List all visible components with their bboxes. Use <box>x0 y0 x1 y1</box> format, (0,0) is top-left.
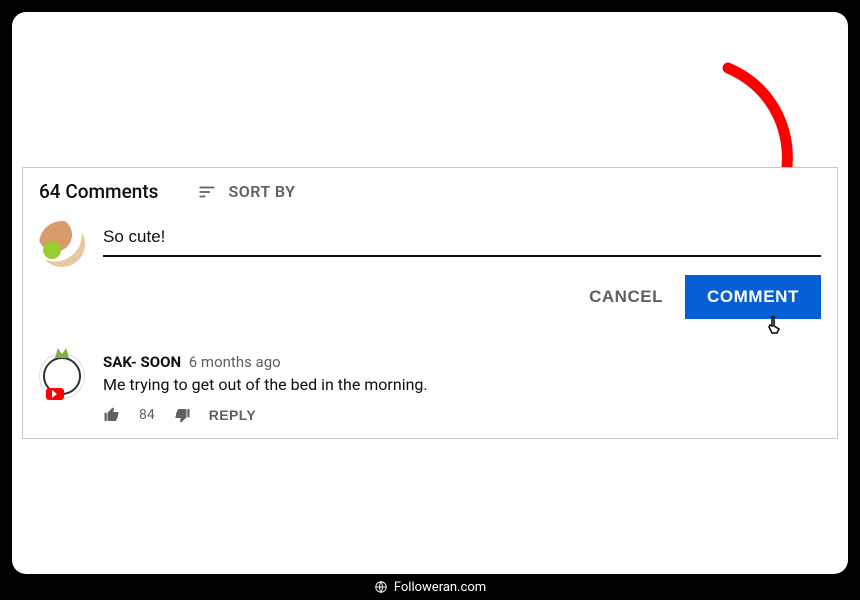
reply-button[interactable]: REPLY <box>209 407 256 423</box>
cancel-button[interactable]: CANCEL <box>589 287 663 307</box>
compose-row: CANCEL COMMENT <box>39 221 821 319</box>
comment-input[interactable] <box>103 221 821 257</box>
comments-count: 64 Comments <box>39 180 158 203</box>
footer-watermark: Followeran.com <box>0 574 860 600</box>
app-frame: 64 Comments SORT BY CANCEL COMMENT <box>12 12 848 574</box>
compose-body: CANCEL COMMENT <box>103 221 821 319</box>
comment-header: SAK- SOON 6 months ago <box>103 353 821 371</box>
comment-text: Me trying to get out of the bed in the m… <box>103 375 821 394</box>
comment-button[interactable]: COMMENT <box>685 275 821 319</box>
globe-icon <box>374 580 388 594</box>
avatar[interactable] <box>39 221 85 267</box>
avatar[interactable] <box>39 353 85 399</box>
thumb-up-icon[interactable] <box>103 406 121 424</box>
comment-author[interactable]: SAK- SOON <box>103 353 181 371</box>
compose-actions: CANCEL COMMENT <box>103 275 821 319</box>
thumb-down-icon[interactable] <box>173 406 191 424</box>
comment-item: SAK- SOON 6 months ago Me trying to get … <box>39 353 821 424</box>
sort-icon <box>196 183 218 201</box>
comment-timestamp: 6 months ago <box>189 353 281 371</box>
comment-actions: 84 REPLY <box>103 406 821 424</box>
comments-header: 64 Comments SORT BY <box>39 180 821 203</box>
cursor-pointer-icon <box>763 315 787 339</box>
sort-by-label: SORT BY <box>228 182 295 201</box>
comments-panel: 64 Comments SORT BY CANCEL COMMENT <box>22 167 838 439</box>
sort-by-button[interactable]: SORT BY <box>196 182 295 201</box>
like-count: 84 <box>139 407 155 423</box>
footer-site: Followeran.com <box>394 580 486 595</box>
comment-body: SAK- SOON 6 months ago Me trying to get … <box>103 353 821 424</box>
